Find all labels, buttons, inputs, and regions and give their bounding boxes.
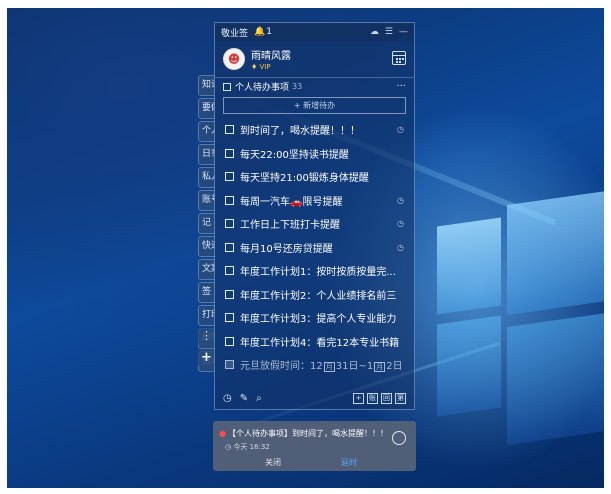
todo-checkbox[interactable] bbox=[225, 289, 234, 299]
todo-checkbox-checked[interactable] bbox=[225, 360, 234, 370]
avatar[interactable]: ☻ bbox=[223, 48, 245, 70]
side-more-icon[interactable]: ⋮ bbox=[198, 328, 215, 346]
date-chip: 月 bbox=[374, 362, 386, 373]
reminder-clock-icon: ◷ bbox=[397, 195, 404, 205]
section-title: 个人待办事项 bbox=[235, 83, 290, 93]
back-button[interactable]: 回 bbox=[381, 392, 392, 404]
page-button[interactable]: 第 bbox=[395, 392, 406, 404]
reminder-clock-icon: ◷ bbox=[397, 125, 404, 135]
notification-count: 1 bbox=[266, 27, 272, 37]
complete-circle-icon[interactable] bbox=[392, 431, 406, 445]
notification-message: ● 【个人待办事项】到时间了，喝水提醒！！！ bbox=[219, 428, 388, 439]
todo-text: 工作日上下班打卡提醒 bbox=[240, 220, 340, 232]
todo-text-suffix: 2日 bbox=[386, 361, 403, 373]
reminder-clock-icon: ◷ bbox=[397, 242, 404, 252]
todo-text-prefix: 元旦放假时间：12 bbox=[240, 361, 323, 373]
todo-checkbox[interactable] bbox=[225, 172, 234, 182]
side-tab[interactable]: 日事 bbox=[198, 144, 215, 165]
todo-checkbox[interactable] bbox=[225, 219, 234, 229]
todo-item[interactable]: 年度工作计划1：按时按质按量完... bbox=[215, 259, 414, 283]
side-tab[interactable]: 要做 bbox=[198, 98, 215, 119]
windows-logo-pane bbox=[437, 217, 501, 315]
todo-item[interactable]: 每天坚持21:00锻炼身体提醒 bbox=[215, 165, 414, 189]
reminder-notification: ● 【个人待办事项】到时间了，喝水提醒！！！ ◷ 今天 16:32 关闭 延时 bbox=[213, 421, 416, 471]
todo-item[interactable]: 年度工作计划3：提高个人专业能力 bbox=[215, 306, 414, 330]
windows-logo-pane bbox=[507, 190, 604, 316]
search-icon[interactable]: ⌕ bbox=[256, 393, 262, 404]
todo-text: 年度工作计划1：按时按质按量完... bbox=[240, 267, 396, 279]
user-profile: ☻ 雨晴风露 ♦ VIP bbox=[215, 41, 414, 77]
side-tab[interactable]: 签 bbox=[198, 282, 215, 303]
cloud-icon[interactable]: ☁ bbox=[370, 27, 379, 37]
todo-item[interactable]: 年度工作计划4：看完12本专业书籍 bbox=[215, 330, 414, 354]
windows-logo-pane bbox=[507, 312, 604, 446]
side-tab[interactable]: 私人 bbox=[198, 167, 215, 188]
todo-text: 年度工作计划4：看完12本专业书籍 bbox=[240, 337, 400, 349]
app-name: 敬业签 bbox=[221, 28, 249, 39]
todo-item[interactable]: 每月10号还房贷提醒 ◷ bbox=[215, 236, 414, 260]
new-todo-button[interactable]: + 新增待办 bbox=[223, 97, 406, 114]
todo-item[interactable]: 每周一汽车🚗限号提醒 ◷ bbox=[215, 189, 414, 213]
checklist-icon bbox=[223, 82, 231, 91]
add-button[interactable]: + bbox=[353, 392, 364, 404]
todo-checkbox[interactable] bbox=[225, 336, 234, 346]
todo-checkbox[interactable] bbox=[225, 148, 234, 158]
todo-list: 到时间了，喝水提醒！！！ ◷ 每天22:00坚持读书提醒 每天坚持21:00锻炼… bbox=[215, 118, 414, 377]
username: 雨晴风露 bbox=[251, 51, 291, 62]
todo-checkbox[interactable] bbox=[225, 266, 234, 276]
todo-checkbox[interactable] bbox=[225, 125, 234, 135]
panel-footer: ◷ ✎ ⌕ + 账 回 第 bbox=[215, 387, 414, 409]
side-tab[interactable]: 打印 bbox=[198, 305, 215, 326]
clock-icon[interactable]: ◷ bbox=[223, 393, 232, 404]
todo-text: 每天坚持21:00锻炼身体提醒 bbox=[240, 173, 369, 185]
side-tab[interactable]: 知识 bbox=[198, 75, 215, 96]
todo-text-mid: 31日~1 bbox=[335, 361, 374, 373]
vip-label: VIP bbox=[259, 63, 271, 71]
side-tab[interactable]: 快速 bbox=[198, 236, 215, 257]
section-count: 33 bbox=[292, 82, 303, 91]
titlebar: 敬业签 🔔 1 ☁ ☰ — bbox=[215, 23, 414, 41]
more-options-icon[interactable]: ··· bbox=[396, 81, 406, 92]
todo-text: 每天22:00坚持读书提醒 bbox=[240, 149, 349, 161]
todo-checkbox[interactable] bbox=[225, 242, 234, 252]
todo-item-completed[interactable]: 元旦放假时间：12 月 31日~1 月 2日 bbox=[215, 353, 414, 377]
menu-icon[interactable]: ☰ bbox=[385, 27, 393, 37]
vip-badge: ♦ VIP bbox=[251, 63, 271, 71]
todo-text: 年度工作计划2：个人业绩排名前三 bbox=[240, 290, 397, 302]
todo-panel: 敬业签 🔔 1 ☁ ☰ — ☻ 雨晴风露 ♦ VIP 个人待办事项 33 ···… bbox=[214, 22, 415, 410]
todo-text: 元旦放假时间：12 月 31日~1 月 2日 bbox=[240, 357, 406, 373]
alert-dot-icon: ● bbox=[219, 429, 226, 438]
edit-icon[interactable]: ✎ bbox=[240, 393, 248, 404]
todo-item[interactable]: 工作日上下班打卡提醒 ◷ bbox=[215, 212, 414, 236]
todo-item[interactable]: 年度工作计划2：个人业绩排名前三 bbox=[215, 283, 414, 307]
snooze-button[interactable]: 延时 bbox=[341, 457, 357, 468]
notification-bell-icon[interactable]: 🔔 bbox=[254, 27, 265, 37]
todo-text: 到时间了，喝水提醒！！！ bbox=[240, 126, 360, 138]
todo-item[interactable]: 到时间了，喝水提醒！！！ ◷ bbox=[215, 118, 414, 142]
side-tab[interactable]: 账号 bbox=[198, 190, 215, 211]
account-button[interactable]: 账 bbox=[367, 392, 378, 404]
todo-text: 每月10号还房贷提醒 bbox=[240, 243, 333, 255]
windows-logo-pane bbox=[437, 315, 501, 417]
notification-time: ◷ 今天 16:32 bbox=[225, 443, 270, 451]
todo-text: 年度工作计划3：提高个人专业能力 bbox=[240, 314, 397, 326]
add-category-button[interactable]: + bbox=[198, 349, 215, 367]
todo-checkbox[interactable] bbox=[225, 195, 234, 205]
todo-checkbox[interactable] bbox=[225, 313, 234, 323]
notification-text: 【个人待办事项】到时间了，喝水提醒！！！ bbox=[227, 429, 388, 438]
section-header: 个人待办事项 33 ··· bbox=[215, 77, 414, 95]
reminder-clock-icon: ◷ bbox=[397, 219, 404, 229]
todo-item[interactable]: 每天22:00坚持读书提醒 bbox=[215, 142, 414, 166]
calendar-icon[interactable] bbox=[392, 51, 406, 65]
side-tab[interactable]: 文案 bbox=[198, 259, 215, 280]
date-chip: 月 bbox=[323, 362, 335, 373]
todo-text: 每周一汽车🚗限号提醒 bbox=[240, 196, 343, 208]
side-tab[interactable]: 个人 bbox=[198, 121, 215, 142]
close-button[interactable]: 关闭 bbox=[265, 457, 281, 468]
minimize-icon[interactable]: — bbox=[399, 27, 408, 37]
side-tab[interactable]: 记 bbox=[198, 213, 215, 234]
notification-time-text: 今天 16:32 bbox=[233, 443, 270, 451]
